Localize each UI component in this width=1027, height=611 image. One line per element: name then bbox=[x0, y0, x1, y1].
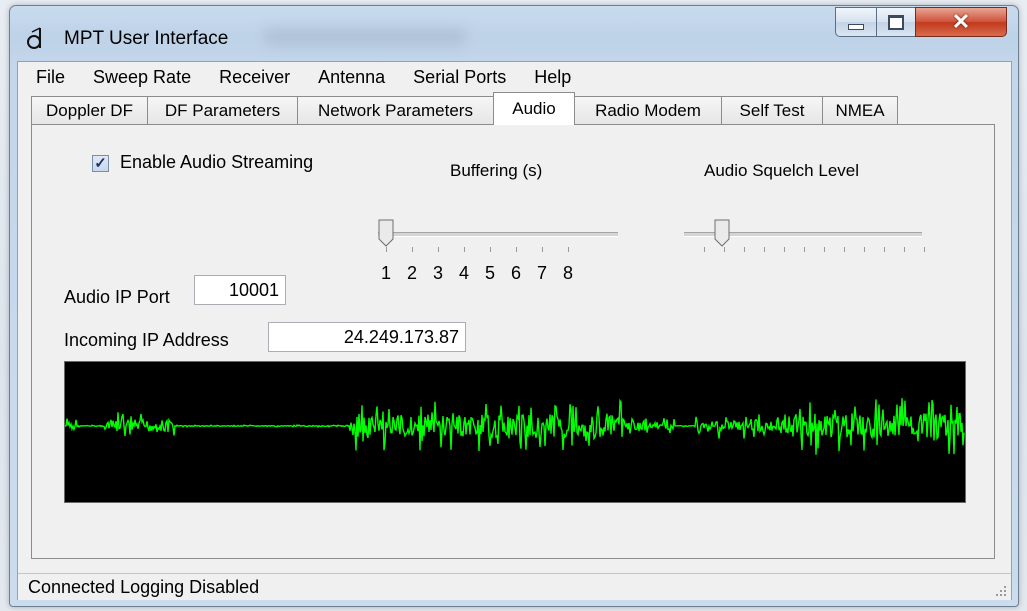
buffering-tick bbox=[464, 247, 465, 252]
squelch-tick bbox=[924, 247, 925, 252]
buffering-tick-label: 3 bbox=[433, 263, 444, 283]
buffering-tick bbox=[412, 247, 413, 252]
enable-audio-streaming-label: Enable Audio Streaming bbox=[120, 152, 314, 172]
window-title: MPT User Interface bbox=[64, 28, 229, 49]
squelch-tick bbox=[904, 247, 905, 252]
app-window: MPT User Interface ✕ File Sweep Rate Rec… bbox=[9, 5, 1019, 607]
buffering-tick bbox=[490, 247, 491, 252]
buffering-tick-label: 4 bbox=[459, 263, 470, 283]
buffering-tick bbox=[438, 247, 439, 252]
squelch-tick bbox=[804, 247, 805, 252]
audio-ip-port-input[interactable]: 10001 bbox=[194, 275, 286, 305]
tab-self-test[interactable]: Self Test bbox=[721, 96, 823, 124]
squelch-tick bbox=[724, 247, 725, 252]
buffering-label: Buffering (s) bbox=[450, 161, 543, 180]
client-area: File Sweep Rate Receiver Antenna Serial … bbox=[17, 61, 1012, 600]
app-icon bbox=[27, 27, 41, 49]
buffering-tick bbox=[516, 247, 517, 252]
menu-file[interactable]: File bbox=[18, 62, 79, 92]
size-grip-icon[interactable] bbox=[993, 583, 1007, 597]
buffering-slider-track[interactable] bbox=[378, 232, 618, 237]
audio-ip-port-label: Audio IP Port bbox=[64, 287, 170, 307]
buffering-tick-label: 6 bbox=[511, 263, 522, 283]
status-bar: Connected Logging Disabled bbox=[18, 573, 1011, 600]
buffering-tick bbox=[386, 247, 387, 252]
squelch-tick bbox=[744, 247, 745, 252]
minimize-button[interactable] bbox=[835, 7, 877, 37]
menu-bar: File Sweep Rate Receiver Antenna Serial … bbox=[18, 62, 1011, 92]
buffering-tick-label: 1 bbox=[381, 263, 392, 283]
buffering-tick bbox=[568, 247, 569, 252]
menu-help[interactable]: Help bbox=[520, 62, 585, 92]
menu-antenna[interactable]: Antenna bbox=[304, 62, 399, 92]
squelch-tick bbox=[784, 247, 785, 252]
title-blur bbox=[265, 28, 465, 46]
maximize-icon bbox=[888, 14, 904, 30]
enable-audio-streaming-checkbox[interactable]: ✓ bbox=[92, 155, 109, 172]
maximize-button[interactable] bbox=[876, 7, 916, 37]
squelch-tick bbox=[704, 247, 705, 252]
squelch-tick bbox=[884, 247, 885, 252]
tab-radio-modem[interactable]: Radio Modem bbox=[574, 96, 722, 124]
squelch-tick bbox=[824, 247, 825, 252]
menu-sweep-rate[interactable]: Sweep Rate bbox=[79, 62, 205, 92]
tab-network-parameters[interactable]: Network Parameters bbox=[297, 96, 494, 124]
buffering-tick-label: 8 bbox=[563, 263, 574, 283]
squelch-tick bbox=[864, 247, 865, 252]
tab-df-parameters[interactable]: DF Parameters bbox=[147, 96, 298, 124]
checkmark-icon: ✓ bbox=[94, 155, 107, 172]
audio-waveform bbox=[64, 398, 965, 455]
squelch-tick bbox=[764, 247, 765, 252]
audio-tab-panel: ✓ Enable Audio Streaming Buffering (s) 1… bbox=[31, 124, 995, 559]
incoming-ip-address-label: Incoming IP Address bbox=[64, 330, 229, 350]
audio-squelch-label: Audio Squelch Level bbox=[704, 161, 860, 180]
waveform-trace bbox=[64, 398, 965, 455]
buffering-tick-label: 7 bbox=[537, 263, 548, 283]
close-icon: ✕ bbox=[951, 9, 971, 34]
buffering-tick bbox=[542, 247, 543, 252]
buffering-slider-thumb[interactable] bbox=[378, 219, 394, 247]
tab-audio[interactable]: Audio bbox=[493, 92, 575, 125]
menu-serial-ports[interactable]: Serial Ports bbox=[399, 62, 520, 92]
squelch-tick bbox=[844, 247, 845, 252]
squelch-slider-thumb[interactable] bbox=[714, 219, 730, 247]
incoming-ip-address-input[interactable]: 24.249.173.87 bbox=[268, 322, 466, 352]
menu-receiver[interactable]: Receiver bbox=[205, 62, 304, 92]
buffering-tick-label: 5 bbox=[485, 263, 496, 283]
tab-doppler-df[interactable]: Doppler DF bbox=[31, 96, 148, 124]
status-text: Connected Logging Disabled bbox=[28, 577, 260, 597]
tab-strip: Doppler DF DF Parameters Network Paramet… bbox=[31, 92, 1001, 125]
audio-waveform-display bbox=[64, 361, 966, 503]
buffering-tick-label: 2 bbox=[407, 263, 418, 283]
close-button[interactable]: ✕ bbox=[915, 7, 1007, 37]
tab-nmea[interactable]: NMEA bbox=[822, 96, 898, 124]
title-bar[interactable]: MPT User Interface ✕ bbox=[10, 6, 1018, 61]
minimize-icon bbox=[848, 24, 864, 30]
